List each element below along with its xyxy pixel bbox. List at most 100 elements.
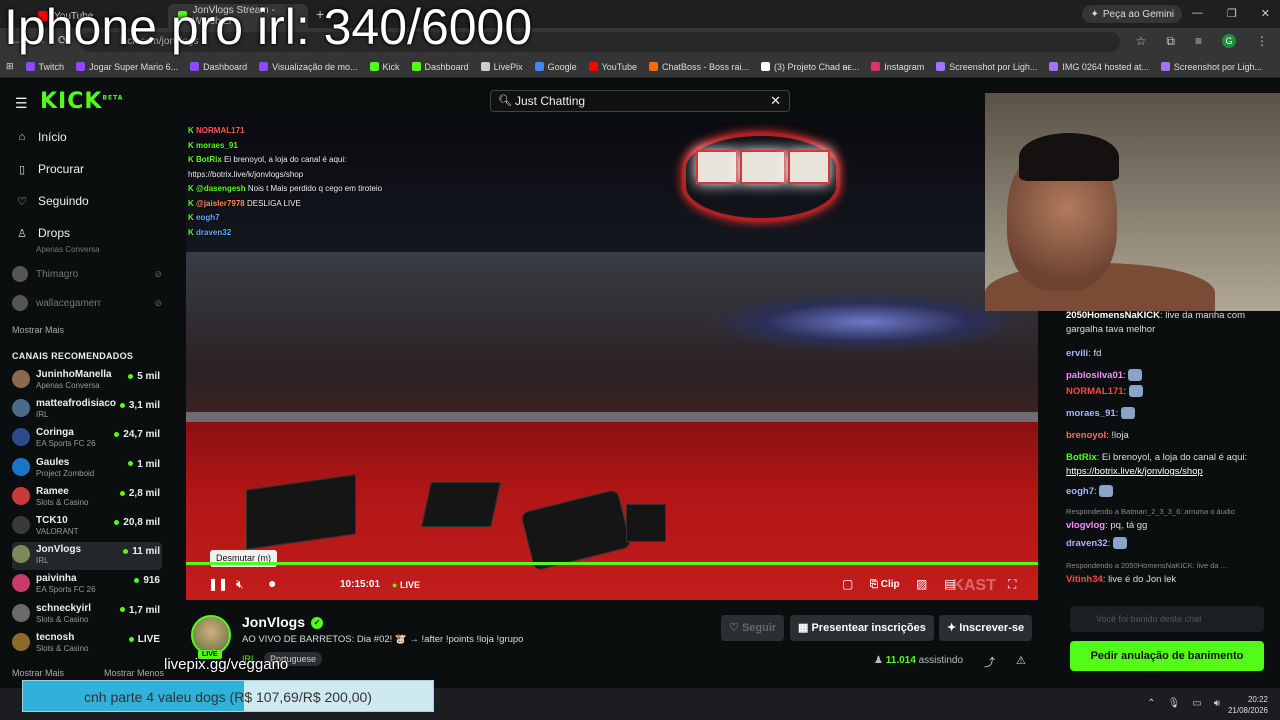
recommended-channel[interactable]: JuninhoManella Apenas Conversa 5 mil	[12, 367, 162, 395]
streamer-name[interactable]: JonVlogs ✓	[242, 614, 324, 630]
recommended-channel[interactable]: Coringa EA Sports FC 26 24,7 mil	[12, 425, 162, 453]
clip-button[interactable]: ⎘ Clip	[870, 579, 900, 590]
maximize-button[interactable]: ❐	[1227, 7, 1237, 20]
sidebar-item-procurar[interactable]: ▯ Procurar	[16, 162, 84, 176]
recommended-channel[interactable]: matteafrodisiaco IRL 3,1 mil	[12, 396, 162, 424]
bookmark-item[interactable]: Dashboard	[190, 62, 247, 72]
pause-icon[interactable]: ❚❚	[208, 577, 228, 591]
chat-username[interactable]: 2050HomensNaKICK	[1066, 310, 1160, 321]
chat-username[interactable]: ervili	[1066, 348, 1088, 359]
video-player[interactable]: K NORMAL171 K moraes_91 K BotRix Ei bren…	[186, 122, 1038, 600]
apps-grid-icon[interactable]: ⊞	[6, 61, 14, 72]
bookmark-item[interactable]: Twitch	[25, 62, 64, 72]
chat-username[interactable]: pablosilva01	[1066, 370, 1123, 381]
streamer-avatar[interactable]	[191, 615, 231, 655]
gift-subs-button[interactable]: ▦ Presentear inscrições	[790, 615, 934, 641]
bookmark-item[interactable]: Dashboard	[411, 62, 469, 72]
display-icon[interactable]: ▭	[1192, 698, 1201, 709]
bookmark-item[interactable]: IMG 0264 hosted at...	[1049, 62, 1149, 72]
kick-logo[interactable]: KICKBETA	[40, 89, 123, 114]
gemini-button[interactable]: ✦ Peça ao Gemini	[1082, 5, 1182, 23]
chat-username[interactable]: eogh7	[1066, 486, 1094, 497]
channel-viewers: 5 mil	[128, 371, 160, 382]
volume-slider-knob[interactable]: ●	[268, 575, 276, 591]
following-channel[interactable]: wallacegamerr ⊘	[12, 295, 162, 311]
chevron-up-icon[interactable]: ⌃	[1147, 698, 1155, 709]
bookmark-item[interactable]: Kick	[369, 62, 400, 72]
bookmark-item[interactable]: Instagram	[871, 62, 924, 72]
media-icon[interactable]: ≡	[1195, 34, 1202, 49]
extensions-icon[interactable]: ⧉	[1166, 34, 1175, 49]
recommended-channel[interactable]: TCK10 VALORANT 20,8 mil	[12, 513, 162, 541]
overlay-chat-message: K BotRix Ei brenoyol, a loja do canal é …	[188, 153, 408, 182]
viewer-count: ♟ 11.014 assistindo	[874, 655, 964, 666]
livepix-url-overlay: livepix.gg/veggano	[164, 656, 289, 673]
bookmark-item[interactable]: Screenshot por Ligh...	[1160, 62, 1262, 72]
menu-icon[interactable]: ⋮	[1256, 34, 1268, 49]
emote-icon	[1120, 407, 1135, 420]
bookmark-item[interactable]: Visualização de mo...	[259, 61, 358, 72]
hamburger-menu-icon[interactable]: ☰	[15, 95, 28, 112]
clear-search-icon[interactable]: ✕	[770, 91, 781, 111]
chat-username[interactable]: brenoyol	[1066, 430, 1106, 441]
recommended-channel[interactable]: tecnosh Slots & Casino LIVE	[12, 630, 162, 658]
bookmark-item[interactable]: Jogar Super Mario 6...	[76, 62, 178, 72]
gemini-icon: ✦	[1090, 8, 1099, 20]
chat-message: brenoyol: !loja	[1066, 430, 1129, 441]
bookmark-item[interactable]: Google	[534, 62, 577, 72]
channel-category: Apenas Conversa	[36, 381, 100, 390]
bookmark-item[interactable]: YouTube	[588, 62, 637, 72]
recommended-channel[interactable]: schneckyirl Slots & Casino 1,7 mil	[12, 601, 162, 629]
minimize-button[interactable]: —	[1192, 7, 1203, 20]
channel-name: Gaules	[36, 456, 70, 468]
bookmark-item[interactable]: (3) Projeto Chad ᴃᴇ...	[761, 62, 859, 72]
muted-volume-icon[interactable]: 🔇︎	[236, 577, 244, 592]
mic-icon[interactable]: 🎙︎	[1168, 698, 1181, 709]
fullscreen-icon[interactable]: ⛶	[1008, 577, 1016, 592]
channel-viewers: 916	[134, 575, 160, 586]
video-progress-bar[interactable]	[186, 562, 1038, 565]
star-icon: ✦	[947, 622, 957, 634]
bookmark-star-icon[interactable]: ☆	[1136, 34, 1147, 49]
unban-request-button[interactable]: Pedir anulação de banimento	[1070, 641, 1264, 671]
chat-message: NORMAL171:	[1066, 385, 1271, 399]
chat-username[interactable]: NORMAL171	[1066, 386, 1124, 397]
show-less-recommended[interactable]: Mostrar Menos	[104, 668, 164, 678]
sidebar-item-drops[interactable]: ♙ Drops	[16, 226, 70, 240]
chat-link[interactable]: https://botrix.live/k/jonvlogs/shop	[1066, 466, 1203, 477]
sidebar-item-seguindo[interactable]: ♡ Seguindo	[16, 194, 89, 208]
chat-username[interactable]: Vitinh34	[1066, 574, 1103, 585]
chat-username[interactable]: BotRix	[1066, 452, 1097, 463]
bookmark-item[interactable]: ChatBoss - Boss rai...	[649, 62, 749, 72]
video-controls: ❚❚ 🔇︎ ● 10:15:01 ● LIVE ▢ ⎘ Clip ▨ ▤ ⛶ K…	[186, 572, 1038, 600]
theater-mode-icon[interactable]: ▢	[842, 577, 853, 591]
show-more-recommended[interactable]: Mostrar Mais	[12, 668, 64, 678]
chat-username[interactable]: draven32	[1066, 538, 1108, 549]
channel-category: IRL	[36, 556, 49, 566]
search-input[interactable]: 🔍︎ Just Chatting ✕	[490, 90, 790, 112]
share-icon[interactable]: ⤴	[984, 654, 995, 670]
bookmark-item[interactable]: Screenshot por Ligh...	[936, 62, 1037, 72]
show-more-following[interactable]: Mostrar Mais	[12, 325, 64, 335]
recommended-channel[interactable]: paivinha EA Sports FC 26 916	[12, 571, 162, 599]
report-icon[interactable]: ⚠	[1016, 654, 1026, 667]
recommended-channel[interactable]: Ramee Slots & Casino 2,8 mil	[12, 484, 162, 512]
taskbar-clock[interactable]: 20:22 21/08/2026	[1228, 694, 1268, 716]
bookmark-label: Visualização de mo...	[272, 61, 358, 72]
follow-button[interactable]: ♡ Seguir	[721, 615, 785, 641]
settings-icon[interactable]: ▨	[916, 577, 927, 591]
chat-username[interactable]: vlogvlog	[1066, 520, 1105, 531]
close-button[interactable]: ✕	[1261, 7, 1270, 20]
profile-avatar[interactable]: G	[1222, 34, 1236, 48]
bookmark-item[interactable]: LivePix	[480, 62, 523, 72]
chat-input[interactable]: Você foi banido deste chat	[1070, 606, 1264, 632]
bookmark-favicon-icon	[534, 62, 544, 71]
sidebar-item-inicio[interactable]: ⌂ Início	[16, 130, 67, 144]
subscribe-button[interactable]: ✦ Inscrever-se	[939, 615, 1033, 641]
recommended-channel[interactable]: JonVlogs IRL 11 mil	[12, 542, 162, 571]
chat-username[interactable]: moraes_91	[1066, 408, 1116, 419]
following-channel[interactable]: Thimagro ⊘	[12, 266, 162, 282]
chat-panel: 2050HomensNaKICK: live da manha com garg…	[1058, 305, 1276, 595]
speaker-icon[interactable]: 🔊︎	[1214, 698, 1220, 709]
recommended-channel[interactable]: Gaules Project Zomboid 1 mil	[12, 455, 162, 483]
